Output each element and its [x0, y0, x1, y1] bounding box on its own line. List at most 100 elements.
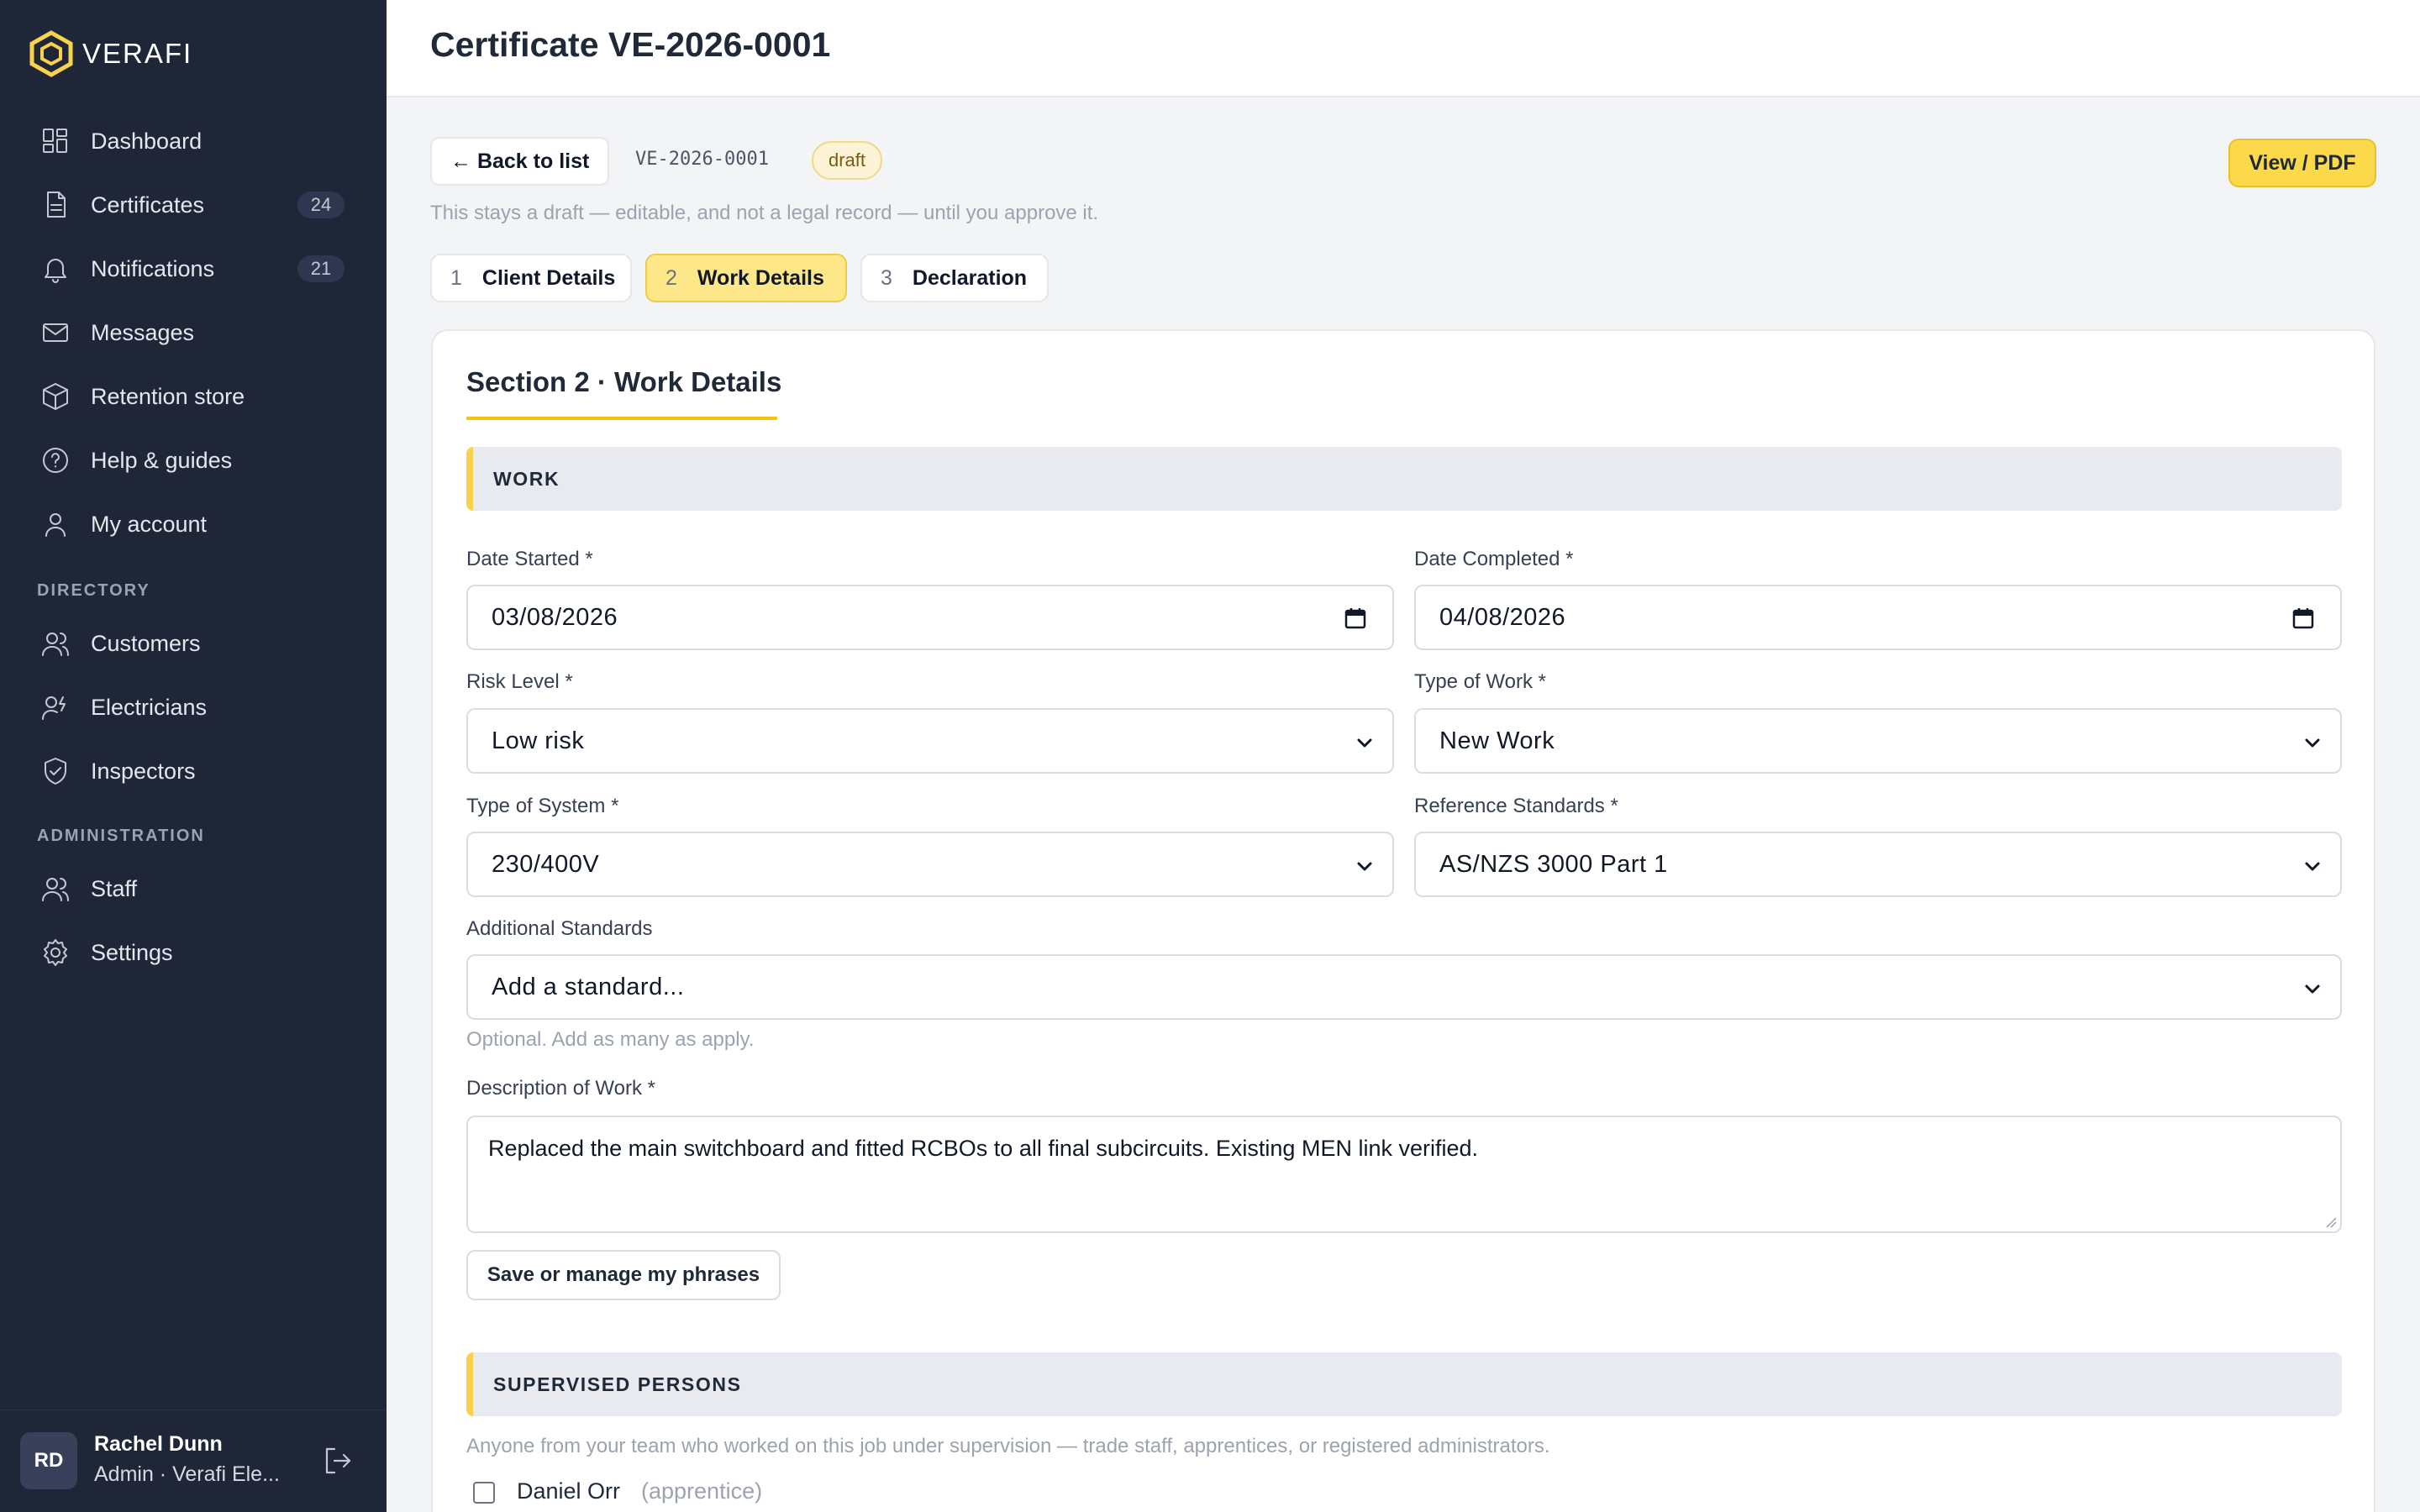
sidebar-item-notifications[interactable]: Notifications 21 — [20, 242, 365, 296]
additional-standards-help: Optional. Add as many as apply. — [466, 1028, 755, 1051]
person-role: (apprentice) — [641, 1478, 763, 1504]
type-of-system-select[interactable]: 230/400V — [466, 832, 1394, 897]
sidebar-item-electricians[interactable]: Electricians — [20, 680, 365, 734]
document-icon — [39, 188, 72, 222]
sidebar-item-my-account[interactable]: My account — [20, 497, 365, 551]
section-underline — [466, 417, 777, 420]
sidebar-item-customers[interactable]: Customers — [20, 617, 365, 670]
step-number: 3 — [881, 265, 892, 290]
risk-level-select[interactable]: Low risk — [466, 708, 1394, 774]
directory-heading: DIRECTORY — [37, 581, 150, 600]
step-number: 2 — [666, 265, 677, 290]
person-checkbox[interactable] — [473, 1482, 495, 1504]
shield-check-icon — [39, 754, 72, 788]
users-icon — [39, 627, 72, 660]
draft-note: This stays a draft — editable, and not a… — [430, 202, 1099, 224]
additional-standards-label: Additional Standards — [466, 917, 653, 940]
page-header: Certificate VE-2026-0001 — [387, 0, 2420, 97]
step-label: Declaration — [912, 265, 1028, 290]
work-group-header: WORK — [466, 447, 2342, 511]
step-label: Work Details — [697, 265, 824, 290]
calendar-icon[interactable] — [1344, 606, 1369, 632]
description-textarea[interactable]: Replaced the main switchboard and fitted… — [466, 1116, 2342, 1233]
manage-phrases-button[interactable]: Save or manage my phrases — [466, 1250, 781, 1300]
sidebar-item-label: Certificates — [91, 192, 205, 218]
description-value: Replaced the main switchboard and fitted… — [488, 1136, 1479, 1161]
supervised-heading: SUPERVISED PERSONS — [493, 1373, 742, 1395]
section-title: Section 2 · Work Details — [466, 366, 782, 397]
staff-icon — [39, 872, 72, 906]
sidebar-item-settings[interactable]: Settings — [20, 926, 365, 979]
date-started-field[interactable]: 03/08/2026 — [466, 585, 1394, 650]
user-role: Admin · Verafi Ele... — [94, 1462, 280, 1486]
sidebar-item-help[interactable]: Help & guides — [20, 433, 365, 487]
type-of-system-value: 230/400V — [492, 850, 600, 878]
type-of-work-label: Type of Work * — [1414, 670, 1546, 693]
reference-standards-label: Reference Standards * — [1414, 795, 1618, 817]
additional-standards-select[interactable]: Add a standard... — [466, 954, 2342, 1020]
certificate-code: VE-2026-0001 — [635, 149, 769, 170]
gear-icon — [39, 936, 72, 969]
view-pdf-button[interactable]: View / PDF — [2228, 139, 2376, 187]
work-details-card: Section 2 · Work Details WORK Date Start… — [431, 329, 2375, 1512]
sidebar-item-label: My account — [91, 511, 208, 537]
sidebar-item-retention-store[interactable]: Retention store — [20, 370, 365, 423]
reference-standards-value: AS/NZS 3000 Part 1 — [1439, 850, 1668, 878]
brand-logo[interactable]: VERAFI — [29, 30, 192, 77]
sidebar-item-label: Dashboard — [91, 128, 203, 154]
dashboard-icon — [39, 124, 72, 158]
date-started-value: 03/08/2026 — [492, 603, 618, 631]
sidebar-item-dashboard[interactable]: Dashboard — [20, 114, 365, 168]
type-of-work-select[interactable]: New Work — [1414, 708, 2342, 774]
type-of-system-label: Type of System * — [466, 795, 619, 817]
sidebar-item-label: Inspectors — [91, 758, 196, 784]
count-badge: 21 — [297, 255, 345, 282]
description-label: Description of Work * — [466, 1077, 655, 1100]
sidebar-item-staff[interactable]: Staff — [20, 862, 365, 916]
brand-name: VERAFI — [82, 38, 193, 69]
sidebar-item-label: Electricians — [91, 694, 208, 720]
calendar-icon[interactable] — [2291, 606, 2317, 632]
risk-level-value: Low risk — [492, 727, 585, 754]
back-to-list-button[interactable]: ← Back to list — [430, 137, 610, 186]
sidebar-item-label: Staff — [91, 875, 138, 901]
sidebar-item-label: Help & guides — [91, 447, 233, 473]
step-number: 1 — [450, 265, 462, 290]
step-work-details[interactable]: 2 Work Details — [645, 254, 847, 302]
work-heading: WORK — [493, 467, 560, 490]
avatar[interactable]: RD — [20, 1432, 77, 1489]
chevron-down-icon — [2303, 979, 2322, 998]
logout-icon[interactable] — [321, 1444, 358, 1481]
sidebar: VERAFI Dashboard Certificates 24 Notific… — [0, 0, 387, 1512]
mail-icon — [39, 316, 72, 349]
status-badge: draft — [812, 141, 883, 180]
sidebar-item-label: Messages — [91, 319, 195, 345]
user-icon — [39, 507, 72, 541]
resize-handle-icon[interactable] — [2325, 1216, 2337, 1228]
electrician-icon — [39, 690, 72, 724]
supervised-persons-header: SUPERVISED PERSONS — [466, 1352, 2342, 1416]
sidebar-item-inspectors[interactable]: Inspectors — [20, 744, 365, 798]
date-completed-field[interactable]: 04/08/2026 — [1414, 585, 2342, 650]
chevron-down-icon — [2303, 857, 2322, 875]
date-started-label: Date Started * — [466, 548, 593, 570]
sidebar-item-messages[interactable]: Messages — [20, 306, 365, 360]
sidebar-item-label: Customers — [91, 630, 201, 656]
hexagon-logo-icon — [29, 30, 73, 77]
supervised-help: Anyone from your team who worked on this… — [466, 1435, 1550, 1457]
sidebar-item-label: Notifications — [91, 255, 215, 281]
step-client-details[interactable]: 1 Client Details — [430, 254, 632, 302]
step-label: Client Details — [481, 265, 616, 290]
reference-standards-select[interactable]: AS/NZS 3000 Part 1 — [1414, 832, 2342, 897]
count-badge: 24 — [297, 192, 345, 218]
chevron-down-icon — [1355, 857, 1374, 875]
chevron-down-icon — [1355, 733, 1374, 752]
step-declaration[interactable]: 3 Declaration — [860, 254, 1049, 302]
risk-level-label: Risk Level * — [466, 670, 573, 693]
type-of-work-value: New Work — [1439, 727, 1555, 754]
sidebar-item-label: Settings — [91, 939, 173, 965]
user-name: Rachel Dunn — [94, 1432, 223, 1456]
additional-standards-value: Add a standard... — [492, 973, 685, 1000]
page-title: Certificate VE-2026-0001 — [430, 25, 831, 64]
sidebar-item-certificates[interactable]: Certificates 24 — [20, 178, 365, 232]
